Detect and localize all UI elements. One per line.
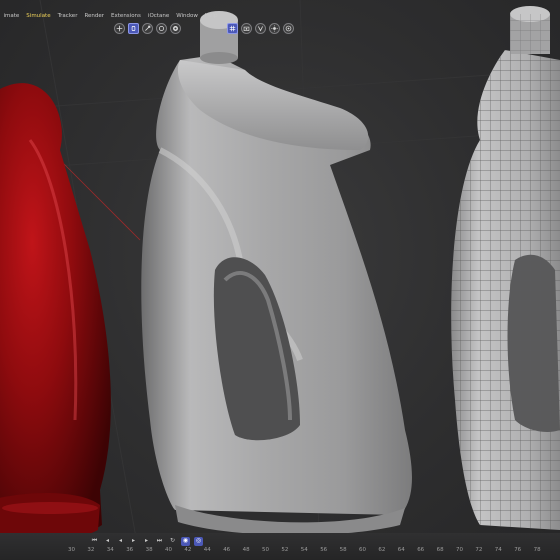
timeline-frame-label: 58 bbox=[339, 547, 347, 553]
timeline-frame-label: 64 bbox=[397, 547, 405, 553]
menu-item-extensions[interactable]: Extensions bbox=[108, 13, 145, 19]
render-icon[interactable] bbox=[170, 22, 181, 34]
timeline-frame-label: 62 bbox=[378, 547, 386, 553]
timeline-frame-label: 56 bbox=[320, 547, 328, 553]
rotate-icon[interactable] bbox=[156, 22, 167, 34]
timeline-frame-label: 32 bbox=[87, 547, 95, 553]
timeline-frame-label: 70 bbox=[456, 547, 463, 553]
timeline-frame-label: 44 bbox=[203, 547, 211, 553]
record-icon[interactable] bbox=[283, 22, 294, 34]
menu-item-render[interactable]: Render bbox=[81, 13, 108, 19]
menu-item-window[interactable]: Window bbox=[173, 13, 202, 19]
timeline-frame-label: 48 bbox=[242, 547, 250, 553]
menu-item-simulate[interactable]: Simulate bbox=[23, 13, 54, 19]
camera-icon[interactable] bbox=[241, 22, 252, 34]
clay-bottle-model bbox=[141, 11, 412, 536]
timeline-ruler[interactable]: 30 32 34 36 38 40 42 44 46 48 50 52 54 56 58 60 62 64 66 68… bbox=[0, 546, 560, 560]
viewport-toolbar bbox=[114, 20, 294, 36]
autokey-icon[interactable]: ◎ bbox=[194, 536, 203, 546]
viewport-scene[interactable] bbox=[0, 0, 560, 560]
skip-end-icon[interactable]: ⏭ bbox=[155, 537, 164, 546]
timeline-frame-label: 42 bbox=[184, 547, 192, 553]
skip-start-icon[interactable]: ⏮ bbox=[90, 537, 99, 546]
menu-item-octane[interactable]: iOctane bbox=[144, 13, 172, 19]
loop-icon[interactable]: ↻ bbox=[168, 537, 177, 546]
wireframe-bottle-model bbox=[451, 6, 560, 530]
timeline-frame-label: 78 bbox=[533, 547, 541, 553]
timeline-frame-label: 46 bbox=[223, 547, 231, 553]
timeline-frame-label: 40 bbox=[165, 547, 172, 553]
timeline-frame-label: 54 bbox=[300, 547, 308, 553]
move-icon[interactable] bbox=[114, 22, 125, 34]
timeline-frame-label: 50 bbox=[262, 547, 269, 553]
select-icon[interactable] bbox=[128, 22, 139, 34]
timeline-frame-label: 34 bbox=[106, 547, 114, 553]
timeline-frame-label: 72 bbox=[475, 547, 483, 553]
timeline-frame-label: 66 bbox=[417, 547, 425, 553]
play-icon[interactable]: ▸ bbox=[129, 537, 138, 546]
snap-icon[interactable] bbox=[255, 22, 266, 34]
light-icon[interactable] bbox=[269, 22, 280, 34]
timeline-frame-label: 38 bbox=[145, 547, 153, 553]
play-back-icon[interactable]: ◂ bbox=[116, 537, 125, 546]
menu-item-help[interactable]: Help bbox=[201, 13, 221, 19]
record-keyframe-icon[interactable]: ◉ bbox=[181, 536, 190, 546]
timeline-frame-label: 60 bbox=[359, 547, 366, 553]
step-back-icon[interactable]: ◂ bbox=[103, 537, 112, 546]
timeline-frame-label: 30 bbox=[68, 547, 75, 553]
timeline-frame-label: 52 bbox=[281, 547, 289, 553]
3d-viewport[interactable] bbox=[0, 0, 560, 560]
grid-icon[interactable] bbox=[227, 22, 238, 34]
menu-item-animate[interactable]: imate bbox=[0, 13, 23, 19]
menu-item-tracker[interactable]: Tracker bbox=[54, 13, 81, 19]
timeline-frame-label: 74 bbox=[494, 547, 502, 553]
timeline-frame-label: 68 bbox=[436, 547, 444, 553]
red-bottle-model bbox=[0, 83, 111, 542]
timeline-frame-label: 76 bbox=[514, 547, 522, 553]
step-forward-icon[interactable]: ▸ bbox=[142, 537, 151, 546]
timeline-frame-label: 36 bbox=[126, 547, 134, 553]
scale-icon[interactable] bbox=[142, 22, 153, 34]
